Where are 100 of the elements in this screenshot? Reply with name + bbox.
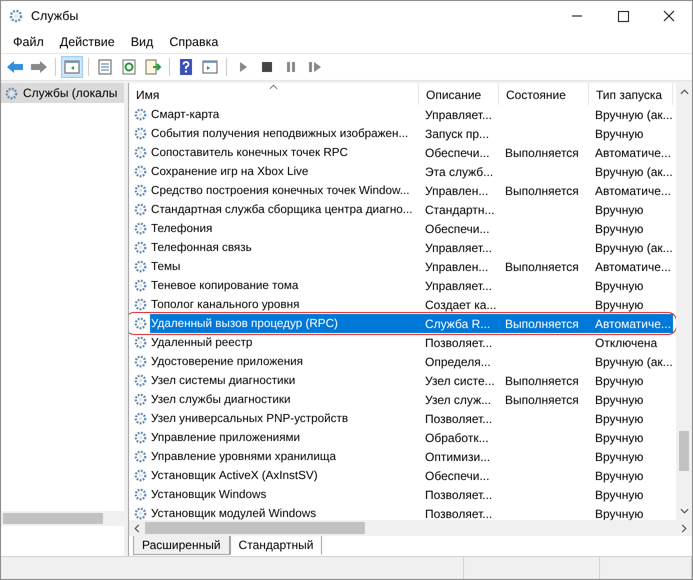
window-title: Службы: [31, 9, 78, 23]
tree-item-label: Службы (локалы: [23, 86, 118, 100]
startup-type-cell-text: Вручную: [594, 278, 644, 294]
gears-icon: [133, 278, 148, 293]
scroll-up-icon[interactable]: [680, 89, 688, 95]
gears-icon: [133, 468, 148, 483]
scroll-thumb[interactable]: [3, 513, 103, 524]
gears-icon: [133, 221, 148, 236]
startup-type-cell-text: Вручную (ак...: [594, 240, 673, 256]
startup-type-cell-text: Вручную: [594, 486, 644, 504]
status-cell-text: Выполняется: [504, 182, 580, 200]
startup-type-cell-text: Вручную: [594, 202, 644, 218]
startup-type-cell-text: Вручную: [594, 392, 644, 408]
description-cell-text: Определя...: [424, 354, 492, 370]
startup-type-cell-text: Автоматиче...: [594, 182, 672, 200]
service-name[interactable]: Смарт-карта: [150, 108, 220, 121]
gears-icon: [133, 430, 148, 445]
vertical-scrollbar[interactable]: [676, 83, 692, 520]
menu-item[interactable]: Справка: [161, 35, 226, 49]
service-name[interactable]: Темы: [150, 260, 182, 273]
console-tree-icon[interactable]: [61, 56, 83, 78]
menu-item[interactable]: Вид: [122, 35, 162, 49]
service-name[interactable]: Управление приложениями: [150, 431, 302, 444]
gears-icon: [133, 126, 148, 141]
service-name[interactable]: Средство построения конечных точек Window...: [150, 184, 411, 197]
scroll-down-icon[interactable]: [680, 508, 688, 514]
gears-icon: [9, 8, 25, 24]
gears-icon: [133, 411, 148, 426]
startup-type-cell-text: Вручную: [594, 220, 644, 238]
gears-icon: [133, 164, 148, 179]
column-header[interactable]: Состояние: [499, 83, 589, 105]
service-name[interactable]: Сохранение игр на Xbox Live: [150, 165, 310, 178]
startup-type-cell: Автоматиче...: [589, 314, 673, 333]
description-cell-text: Позволяет...: [424, 410, 494, 428]
service-name[interactable]: Управление уровнями хранилища: [150, 450, 338, 463]
menu-item[interactable]: Файл: [5, 35, 52, 49]
service-name[interactable]: Узел системы диагностики: [150, 374, 296, 387]
description-cell-text: Позволяет...: [424, 486, 494, 504]
startup-type-cell-text: Вручную: [594, 468, 644, 484]
gears-icon: [133, 297, 148, 312]
menu-item[interactable]: Действие: [52, 35, 123, 49]
scroll-thumb[interactable]: [679, 431, 689, 471]
horizontal-scrollbar[interactable]: [1, 511, 124, 526]
service-name[interactable]: Узел службы диагностики: [150, 393, 292, 406]
status-cell: Выполняется: [499, 314, 589, 333]
startup-type-cell-text: Вручную: [594, 448, 644, 466]
description-cell-text: Управлен...: [424, 258, 490, 276]
status-cell-text: Выполняется: [504, 258, 580, 276]
service-name[interactable]: Удаленный реестр: [150, 336, 254, 349]
service-name[interactable]: Стандартная служба сборщика центра диагно...: [150, 203, 414, 216]
scroll-thumb[interactable]: [145, 522, 365, 534]
description-cell-text: Управляет...: [424, 240, 493, 256]
column-header[interactable]: Тип запуска: [589, 83, 673, 105]
service-name[interactable]: Телефонная связь: [150, 241, 253, 254]
service-name[interactable]: Тополог канального уровня: [150, 298, 300, 311]
service-name[interactable]: Установщик ActiveX (AxInstSV): [150, 469, 319, 482]
gears-icon: [133, 335, 148, 350]
description-cell-text: Позволяет...: [424, 506, 494, 520]
tree-item[interactable]: Службы (локалы: [1, 83, 124, 103]
view-tab[interactable]: Расширенный: [133, 536, 230, 555]
description-cell-text: Эта служб...: [424, 164, 494, 180]
column-header[interactable]: Описание: [419, 83, 499, 105]
startup-type-cell-text: Вручную (ак...: [594, 164, 673, 180]
description-cell-text: Обработк...: [424, 430, 490, 446]
startup-type-cell-text: Автоматиче...: [594, 258, 672, 276]
startup-type-cell-text: Вручную (ак...: [594, 106, 673, 124]
gears-icon: [133, 145, 148, 160]
service-name[interactable]: Телефония: [150, 222, 214, 235]
service-name[interactable]: Удаленный вызов процедур (RPC): [150, 314, 419, 333]
gears-icon: [133, 183, 148, 198]
gears-icon: [133, 373, 148, 388]
description-cell-text: Узел служ...: [424, 392, 492, 408]
view-tab[interactable]: Стандартный: [230, 536, 322, 555]
service-name[interactable]: Теневое копирование тома: [150, 279, 300, 292]
gears-icon: [133, 487, 148, 502]
description-cell-text: Узел систе...: [424, 372, 496, 390]
service-name[interactable]: Установщик Windows: [150, 488, 268, 501]
status-cell-text: Выполняется: [504, 392, 580, 408]
gears-icon: [133, 259, 148, 274]
startup-type-cell-text: Вручную: [594, 372, 644, 390]
column-header[interactable]: Имя: [129, 83, 419, 105]
gears-icon: [133, 354, 148, 369]
description-cell-text: Управлен...: [424, 182, 490, 200]
description-cell-text: Обеспечи...: [424, 468, 490, 484]
startup-type-cell-text: Вручную: [594, 506, 644, 520]
scroll-right-icon[interactable]: [681, 524, 687, 532]
description-cell-text: Запуск пр...: [424, 126, 490, 142]
gears-icon: [133, 392, 148, 407]
gears-icon: [133, 506, 148, 520]
description-cell-text: Стандартн...: [424, 202, 496, 218]
service-name[interactable]: Сопоставитель конечных точек RPC: [150, 146, 349, 159]
service-name[interactable]: Удостоверение приложения: [150, 355, 304, 368]
description-cell-text: Управляет...: [424, 278, 493, 294]
service-name[interactable]: Установщик модулей Windows: [150, 507, 318, 520]
startup-type-cell-text: Автоматиче...: [594, 144, 672, 162]
sort-caret-icon: [269, 84, 278, 90]
scroll-left-icon[interactable]: [134, 524, 140, 532]
service-name[interactable]: События получения неподвижных изображен...: [150, 127, 410, 140]
description-cell-text: Обеспечи...: [424, 220, 490, 238]
service-name[interactable]: Узел универсальных PNP-устройств: [150, 412, 350, 425]
